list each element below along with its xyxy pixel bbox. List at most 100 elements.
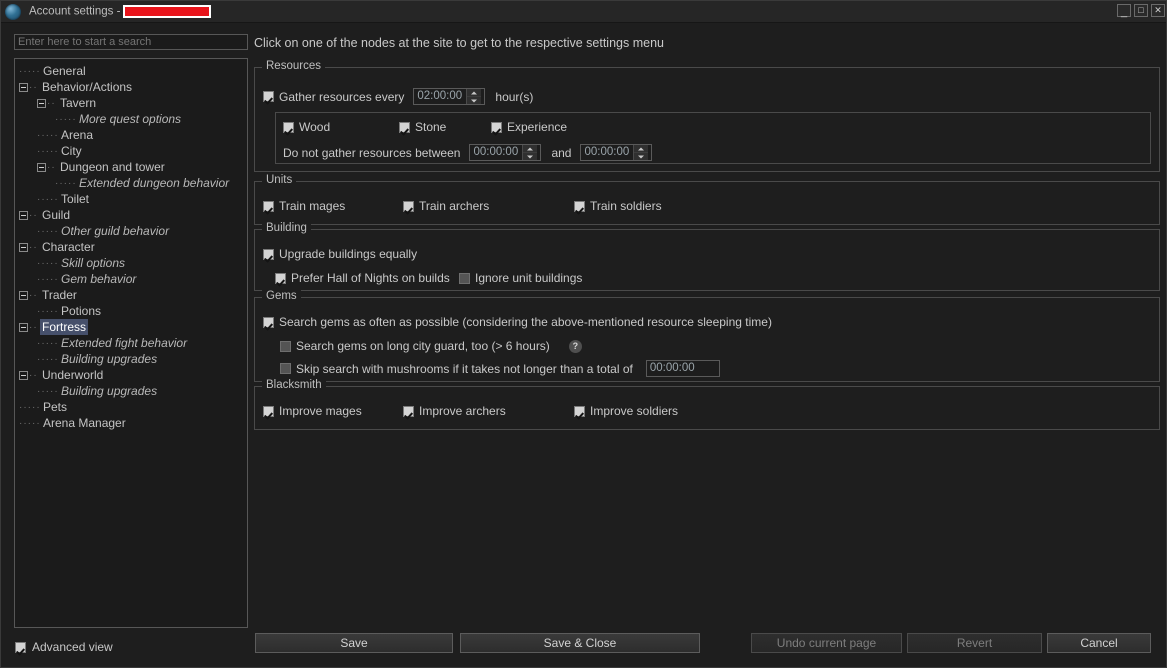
tree-item-underworld[interactable]: ·· Underworld	[19, 367, 247, 383]
spin-down-icon[interactable]	[523, 152, 538, 160]
long-city-guard-row[interactable]: Search gems on long city guard, too (> 6…	[280, 339, 582, 353]
train-soldiers-checkbox[interactable]	[574, 200, 585, 212]
gather-interval-spin-buttons[interactable]	[466, 89, 482, 104]
spin-up-icon[interactable]	[467, 89, 481, 96]
help-icon[interactable]: ?	[568, 339, 582, 353]
tree-item-dungeon-and-tower[interactable]: ·· Dungeon and tower	[19, 159, 247, 175]
tree-item-character[interactable]: ·· Character	[19, 239, 247, 255]
search-input[interactable]	[14, 34, 248, 50]
skip-mushrooms-total-field[interactable]: 00:00:00	[645, 360, 720, 377]
tree-item-building-upgrades[interactable]: ····· Building upgrades	[19, 383, 247, 399]
tree-item-extended-dungeon-behavior[interactable]: ····· Extended dungeon behavior	[19, 175, 247, 191]
prefer-hall-row[interactable]: Prefer Hall of Nights on builds	[275, 271, 450, 285]
tree-item-city[interactable]: ····· City	[19, 143, 247, 159]
gather-resources-checkbox[interactable]	[263, 91, 274, 102]
improve-archers-row[interactable]: Improve archers	[403, 404, 506, 418]
improve-archers-checkbox[interactable]	[403, 405, 414, 417]
ignore-unit-buildings-row[interactable]: Ignore unit buildings	[459, 271, 582, 285]
tree-collapse-icon[interactable]	[19, 371, 28, 381]
window-controls: _ □ ✕	[1117, 4, 1165, 18]
improve-soldiers-checkbox[interactable]	[574, 405, 585, 417]
close-button[interactable]: ✕	[1151, 4, 1165, 17]
tree-item-general[interactable]: ····· General	[19, 63, 247, 79]
gather-interval-spinner[interactable]: 02:00:00	[413, 88, 486, 105]
tree-collapse-icon[interactable]	[19, 243, 28, 253]
revert-button[interactable]: Revert	[907, 633, 1042, 653]
long-city-guard-checkbox[interactable]	[280, 340, 291, 352]
tree-item-tavern[interactable]: ·· Tavern	[19, 95, 247, 111]
tree-connector: ·····	[37, 129, 59, 141]
improve-soldiers-row[interactable]: Improve soldiers	[574, 404, 678, 418]
tree-item-arena[interactable]: ····· Arena	[19, 127, 247, 143]
tree-item-gem-behavior[interactable]: ····· Gem behavior	[19, 271, 247, 287]
tree-collapse-icon[interactable]	[19, 291, 28, 301]
blacksmith-group-title: Blacksmith	[262, 379, 326, 391]
stone-checkbox[interactable]	[399, 121, 410, 133]
tree-item-guild[interactable]: ·· Guild	[19, 207, 247, 223]
spin-down-icon[interactable]	[467, 96, 482, 104]
save-button[interactable]: Save	[255, 633, 453, 653]
search-gems-often-checkbox[interactable]	[263, 316, 274, 328]
tree-item-label: Potions	[61, 304, 102, 318]
tree-item-fortress[interactable]: ·· Fortress	[19, 319, 247, 335]
minimize-button[interactable]: _	[1117, 4, 1131, 18]
no-gather-from-spinner[interactable]: 00:00:00	[469, 144, 542, 161]
experience-row[interactable]: Experience	[491, 120, 567, 134]
tree-item-extended-fight-behavior[interactable]: ····· Extended fight behavior	[19, 335, 247, 351]
train-mages-checkbox[interactable]	[263, 200, 274, 212]
settings-tree[interactable]: ····· General ·· Behavior/Actions ·· Tavern ··…	[14, 58, 248, 628]
tree-item-toilet[interactable]: ····· Toilet	[19, 191, 247, 207]
improve-mages-checkbox[interactable]	[263, 405, 274, 417]
tree-collapse-icon[interactable]	[37, 99, 46, 109]
advanced-view-checkbox[interactable]	[15, 641, 26, 653]
wood-row[interactable]: Wood	[283, 120, 330, 134]
tree-collapse-icon[interactable]	[37, 163, 46, 173]
experience-checkbox[interactable]	[491, 121, 502, 133]
improve-mages-row[interactable]: Improve mages	[263, 404, 362, 418]
prefer-hall-checkbox[interactable]	[275, 272, 286, 284]
ignore-unit-buildings-checkbox[interactable]	[459, 272, 470, 284]
tree-item-other-guild-behavior[interactable]: ····· Other guild behavior	[19, 223, 247, 239]
skip-mushrooms-checkbox[interactable]	[280, 363, 291, 374]
undo-current-page-button[interactable]: Undo current page	[751, 633, 902, 653]
advanced-view-row[interactable]: Advanced view	[15, 640, 113, 654]
tree-collapse-icon[interactable]	[19, 211, 28, 221]
upgrade-equally-checkbox[interactable]	[263, 248, 274, 260]
gather-resources-row[interactable]: Gather resources every 02:00:00 hour(s)	[263, 88, 533, 105]
cancel-button[interactable]: Cancel	[1047, 633, 1151, 653]
tree-item-trader[interactable]: ·· Trader	[19, 287, 247, 303]
no-gather-from-spin-buttons[interactable]	[522, 145, 538, 160]
spin-up-icon[interactable]	[634, 145, 648, 152]
train-soldiers-row[interactable]: Train soldiers	[574, 199, 662, 213]
no-gather-to-spinner[interactable]: 00:00:00	[580, 144, 653, 161]
wood-checkbox[interactable]	[283, 121, 294, 133]
tree-item-label: Building upgrades	[61, 352, 158, 366]
spin-up-icon[interactable]	[523, 145, 537, 152]
tree-collapse-icon[interactable]	[19, 83, 28, 93]
maximize-button[interactable]: □	[1134, 4, 1148, 17]
tree-connector: ·····	[37, 225, 59, 237]
skip-mushrooms-row[interactable]: Skip search with mushrooms if it takes n…	[280, 360, 720, 377]
save-and-close-button[interactable]: Save & Close	[460, 633, 700, 653]
tree-item-skill-options[interactable]: ····· Skill options	[19, 255, 247, 271]
tree-item-behavior-actions[interactable]: ·· Behavior/Actions	[19, 79, 247, 95]
upgrade-equally-row[interactable]: Upgrade buildings equally	[263, 247, 417, 261]
tree-item-potions[interactable]: ····· Potions	[19, 303, 247, 319]
train-archers-row[interactable]: Train archers	[403, 199, 489, 213]
tree-item-label: Behavior/Actions	[42, 80, 133, 94]
stone-row[interactable]: Stone	[399, 120, 446, 134]
tree-connector: ·····	[19, 65, 41, 77]
tree-item-pets[interactable]: ····· Pets	[19, 399, 247, 415]
spin-down-icon[interactable]	[634, 152, 649, 160]
tree-item-arena-manager[interactable]: ····· Arena Manager	[19, 415, 247, 431]
no-gather-window-row[interactable]: Do not gather resources between 00:00:00…	[283, 144, 653, 161]
tree-item-more-quest-options[interactable]: ····· More quest options	[19, 111, 247, 127]
tree-connector: ·····	[55, 113, 77, 125]
tree-collapse-icon[interactable]	[19, 323, 28, 333]
train-archers-checkbox[interactable]	[403, 200, 414, 212]
train-mages-row[interactable]: Train mages	[263, 199, 345, 213]
no-gather-to-spin-buttons[interactable]	[633, 145, 649, 160]
search-gems-often-row[interactable]: Search gems as often as possible (consid…	[263, 315, 772, 329]
tree-connector: ·····	[19, 401, 41, 413]
tree-item-building-upgrades[interactable]: ····· Building upgrades	[19, 351, 247, 367]
